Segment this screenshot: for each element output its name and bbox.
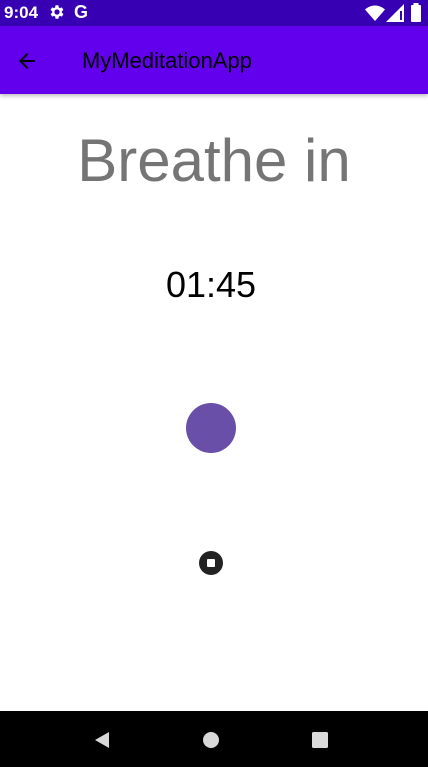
battery-icon bbox=[410, 3, 422, 27]
stop-button[interactable] bbox=[199, 551, 223, 575]
signal-icon bbox=[386, 4, 404, 27]
status-bar: 9:04 G bbox=[0, 0, 428, 26]
timer-display: 01:45 bbox=[165, 264, 257, 305]
back-icon bbox=[95, 732, 109, 748]
meditation-screen: 9:04 G MyMeditationApp Breathe in 01:45 bbox=[0, 0, 428, 767]
wifi-icon bbox=[365, 5, 385, 26]
recents-icon bbox=[312, 732, 328, 748]
stop-icon bbox=[207, 559, 215, 567]
nav-recents-button[interactable] bbox=[307, 727, 333, 753]
nav-home-button[interactable] bbox=[198, 727, 224, 753]
app-title: MyMeditationApp bbox=[82, 48, 252, 73]
gear-icon bbox=[48, 3, 66, 26]
breathing-instruction: Breathe in bbox=[77, 127, 351, 194]
back-button[interactable] bbox=[12, 46, 42, 76]
google-icon: G bbox=[74, 2, 89, 22]
nav-back-button[interactable] bbox=[89, 727, 115, 753]
arrow-back-icon bbox=[19, 53, 35, 69]
status-time: 9:04 bbox=[4, 3, 39, 22]
system-nav-bar bbox=[0, 711, 428, 767]
breathing-circle bbox=[186, 403, 236, 453]
app-bar: MyMeditationApp bbox=[0, 26, 428, 94]
home-icon bbox=[203, 732, 219, 748]
